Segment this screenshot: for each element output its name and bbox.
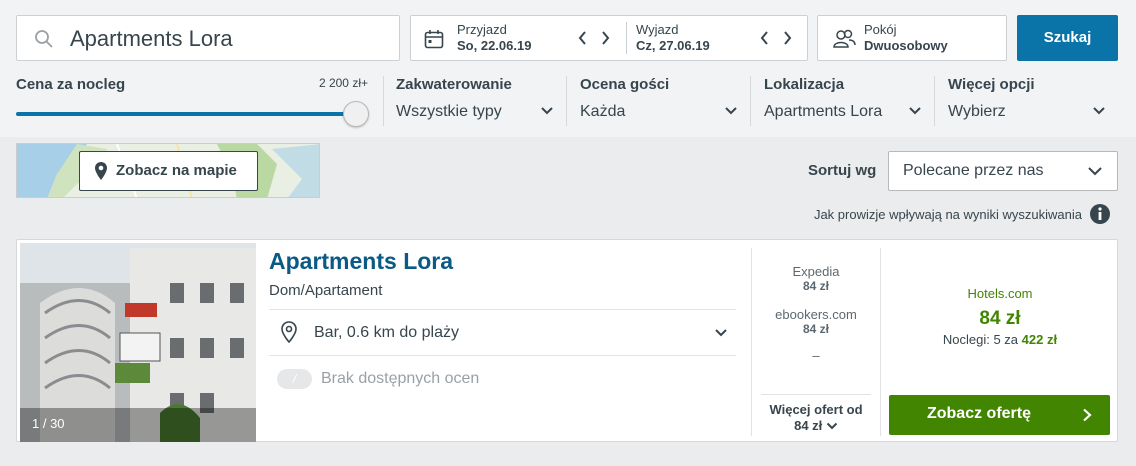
date-picker[interactable]: Przyjazd So, 22.06.19 Wyjazd Cz, 27.06.1… — [410, 15, 808, 61]
rating-badge: / — [277, 369, 312, 389]
more-offers-price: 84 zł — [794, 418, 823, 433]
guests-icon — [833, 29, 856, 48]
price-slider-handle[interactable] — [343, 101, 369, 127]
more-offers-label: Więcej ofert od — [769, 402, 863, 417]
room-selector[interactable]: Pokój Dwuosobowy — [817, 15, 1007, 61]
checkout-label: Wyjazd — [636, 22, 679, 37]
best-price[interactable]: 84 zł — [890, 308, 1110, 330]
sort-label: Sortuj wg — [808, 162, 877, 179]
provider-empty: – — [812, 348, 820, 363]
commission-note[interactable]: Jak prowizje wpływają na wyniki wyszukiw… — [700, 207, 1082, 222]
map-pin-icon — [95, 162, 107, 180]
provider-name: Expedia — [792, 264, 840, 279]
rating-text: Brak dostępnych ocen — [321, 370, 480, 387]
show-map-label: Zobacz na mapie — [116, 162, 237, 179]
chevron-down-icon — [541, 107, 553, 115]
location-value: Apartments Lora — [764, 103, 883, 120]
more-options-filter[interactable]: Więcej opcji Wybierz — [948, 76, 1106, 124]
chevron-down-icon — [909, 107, 921, 115]
divider — [269, 355, 736, 356]
chevron-right-icon — [1083, 408, 1092, 422]
price-slider-track[interactable] — [16, 112, 356, 116]
chevron-down-icon[interactable] — [714, 328, 728, 338]
room-value: Dwuosobowy — [864, 38, 948, 53]
search-value: Apartments Lora — [70, 26, 233, 51]
provider-expedia[interactable]: Expedia 84 zł — [754, 264, 878, 293]
sort-value: Polecane przez nas — [903, 162, 1044, 179]
divider — [880, 248, 881, 436]
price-filter[interactable]: Cena za nocleg 2 200 zł+ — [16, 76, 369, 127]
search-button[interactable]: Szukaj — [1017, 15, 1118, 61]
accommodation-label: Zakwaterowanie — [396, 76, 512, 93]
provider-price: 84 zł — [802, 279, 829, 293]
room-label: Pokój — [864, 22, 897, 37]
filter-divider — [750, 76, 751, 126]
chevron-down-icon — [725, 107, 737, 115]
location-filter[interactable]: Lokalizacja Apartments Lora — [764, 76, 922, 124]
chevron-down-icon — [1088, 167, 1102, 176]
chevron-down-icon — [826, 422, 838, 430]
provider-price: 84 zł — [802, 322, 829, 336]
chevron-down-icon — [1093, 107, 1105, 115]
location-pin-icon — [281, 321, 297, 343]
hotel-photo-image — [20, 243, 256, 442]
search-icon — [35, 30, 53, 48]
provider-name: ebookers.com — [775, 307, 857, 322]
rating-label: Ocena gości — [580, 76, 670, 93]
price-max: 2 200 zł+ — [318, 76, 368, 90]
filter-divider — [566, 76, 567, 126]
calendar-icon — [424, 30, 444, 49]
location-label: Lokalizacja — [764, 76, 845, 93]
checkin-arrows-icon[interactable] — [577, 26, 613, 50]
info-icon[interactable] — [1089, 203, 1111, 225]
view-deal-button[interactable]: Zobacz ofertę — [889, 395, 1110, 435]
checkout-arrows-icon[interactable] — [759, 26, 795, 50]
divider — [269, 309, 736, 310]
show-map-button[interactable]: Zobacz na mapie — [79, 151, 258, 191]
location-text[interactable]: Bar, 0.6 km do plaży — [314, 324, 459, 342]
more-offers-button[interactable]: Więcej ofert od 84 zł — [754, 402, 878, 434]
accommodation-filter[interactable]: Zakwaterowanie Wszystkie typy — [396, 76, 554, 124]
nights-prefix: Noclegi: 5 za — [942, 332, 1019, 347]
rating-value: Każda — [580, 103, 626, 120]
more-options-label: Więcej opcji — [948, 76, 1035, 93]
checkin-value[interactable]: So, 22.06.19 — [457, 38, 531, 53]
price-filter-label: Cena za nocleg — [16, 76, 126, 93]
divider — [751, 248, 752, 436]
hotel-name[interactable]: Apartments Lora — [269, 248, 453, 275]
provider-ebookers[interactable]: ebookers.com 84 zł — [754, 307, 878, 336]
checkout-value[interactable]: Cz, 27.06.19 — [636, 38, 710, 53]
view-deal-label: Zobacz ofertę — [926, 405, 1031, 422]
nights-total: Noclegi: 5 za 422 zł — [890, 332, 1110, 347]
hotel-type: Dom/Apartament — [269, 282, 383, 299]
more-options-value: Wybierz — [948, 103, 1006, 120]
search-input[interactable]: Apartments Lora — [16, 15, 400, 61]
date-divider — [626, 22, 627, 54]
sort-dropdown[interactable]: Polecane przez nas — [888, 151, 1118, 191]
accommodation-value: Wszystkie typy — [396, 103, 502, 120]
checkin-label: Przyjazd — [457, 22, 507, 37]
rating-filter[interactable]: Ocena gości Każda — [580, 76, 738, 124]
filter-divider — [383, 76, 384, 126]
photo-counter: 1 / 30 — [32, 416, 65, 431]
divider — [761, 394, 871, 395]
best-provider[interactable]: Hotels.com — [890, 286, 1110, 301]
hotel-photo[interactable]: 1 / 30 — [20, 243, 256, 442]
hotel-result-card: 1 / 30 Apartments Lora Dom/Apartament Ba… — [16, 239, 1118, 442]
filter-divider — [934, 76, 935, 126]
nights-total-price: 422 zł — [1021, 332, 1058, 347]
